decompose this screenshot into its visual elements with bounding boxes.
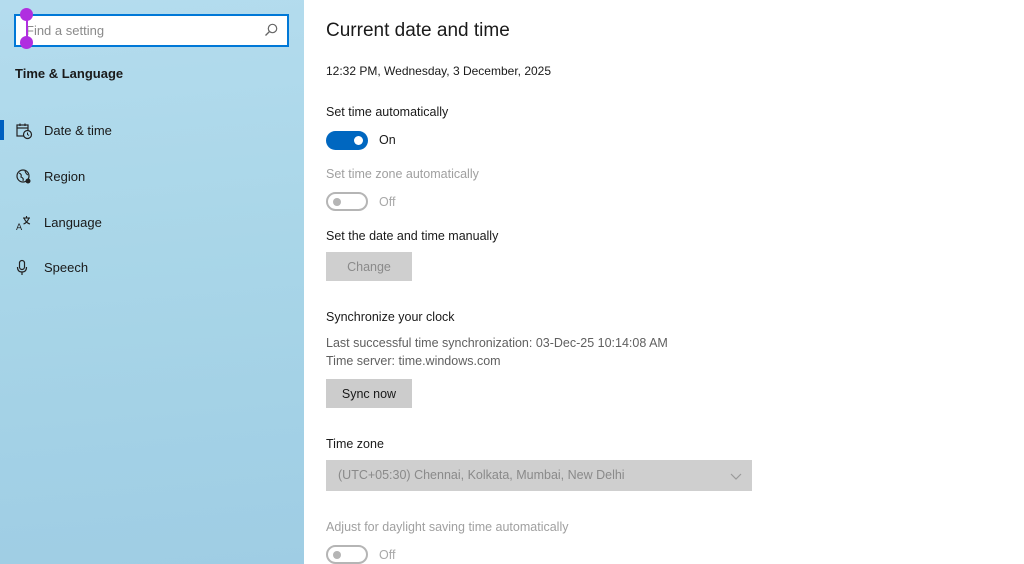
dst-toggle[interactable] — [326, 545, 368, 564]
selection-handle-bottom[interactable] — [20, 36, 33, 49]
set-timezone-auto-state: Off — [379, 195, 396, 209]
chevron-down-icon — [730, 473, 742, 480]
selection-handle-top[interactable] — [20, 8, 33, 21]
sidebar-heading: Time & Language — [15, 66, 124, 81]
set-time-auto-label: Set time automatically — [326, 105, 449, 119]
sidebar-item-label: Date & time — [44, 123, 112, 138]
toggle-knob — [354, 136, 363, 145]
set-timezone-auto-label: Set time zone automatically — [326, 167, 479, 181]
page-title: Current date and time — [326, 20, 510, 41]
sidebar-item-region[interactable]: Region — [0, 157, 304, 195]
time-zone-label: Time zone — [326, 437, 384, 451]
time-zone-select[interactable]: (UTC+05:30) Chennai, Kolkata, Mumbai, Ne… — [326, 460, 752, 491]
microphone-icon — [16, 259, 28, 275]
sidebar-item-label: Language — [44, 215, 102, 230]
last-sync-text: Last successful time synchronization: 03… — [326, 336, 668, 350]
dst-label: Adjust for daylight saving time automati… — [326, 520, 569, 534]
globe-icon — [16, 169, 31, 184]
sidebar-item-speech[interactable]: Speech — [0, 248, 304, 286]
dst-state: Off — [379, 548, 396, 562]
change-button[interactable]: Change — [326, 252, 412, 281]
sidebar-item-language[interactable]: A Language — [0, 203, 304, 241]
calendar-clock-icon — [16, 123, 33, 140]
search-box[interactable] — [14, 14, 289, 47]
manual-datetime-label: Set the date and time manually — [326, 229, 499, 243]
search-icon[interactable] — [263, 22, 279, 38]
main-content: Current date and time 12:32 PM, Wednesda… — [304, 0, 1024, 564]
language-icon: A — [16, 216, 31, 232]
sidebar-item-date-time[interactable]: Date & time — [0, 111, 304, 149]
selected-indicator — [0, 120, 4, 140]
toggle-knob — [333, 550, 341, 559]
sync-clock-label: Synchronize your clock — [326, 310, 455, 324]
sync-now-button[interactable]: Sync now — [326, 379, 412, 408]
sidebar-item-label: Speech — [44, 260, 89, 275]
current-datetime: 12:32 PM, Wednesday, 3 December, 2025 — [326, 64, 552, 78]
time-server-text: Time server: time.windows.com — [326, 354, 501, 368]
time-zone-value: (UTC+05:30) Chennai, Kolkata, Mumbai, Ne… — [338, 468, 625, 482]
set-timezone-auto-toggle[interactable] — [326, 192, 368, 211]
search-input[interactable] — [26, 16, 262, 45]
sidebar-item-label: Region — [44, 169, 86, 184]
toggle-knob — [333, 197, 341, 206]
set-time-auto-toggle[interactable] — [326, 131, 368, 150]
svg-text:A: A — [16, 223, 23, 232]
set-time-auto-state: On — [379, 133, 396, 147]
sidebar: Time & Language Date & time Region A — [0, 0, 304, 564]
